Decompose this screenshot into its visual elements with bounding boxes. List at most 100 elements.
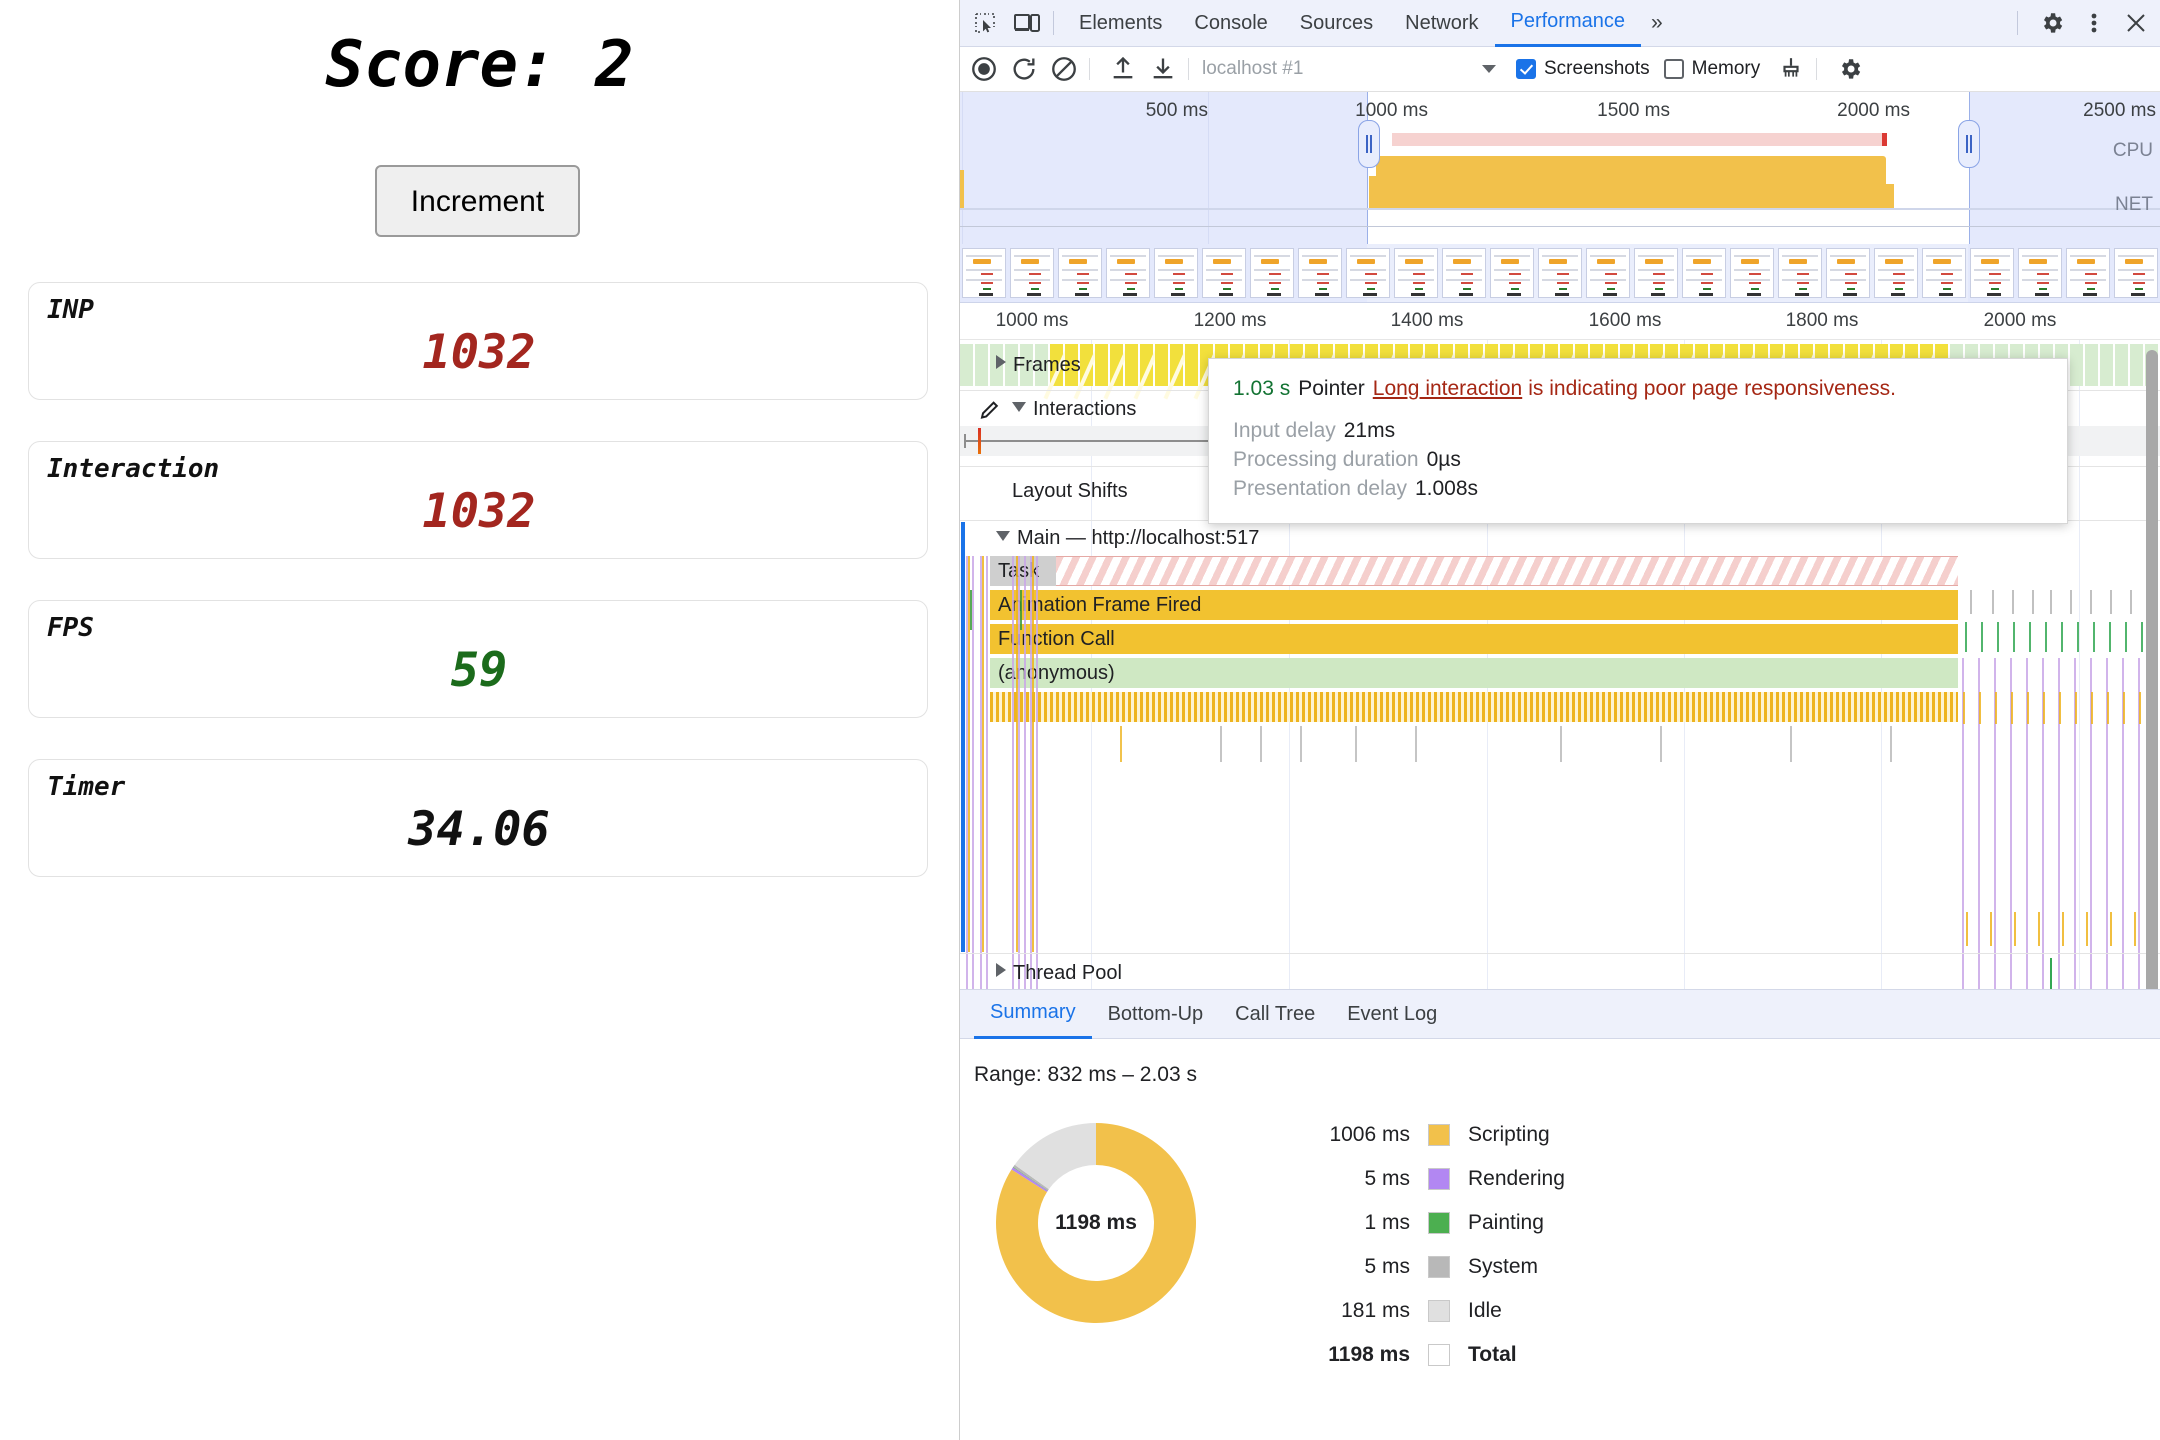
flame-micro-bar[interactable]: [2070, 590, 2072, 614]
flame-chart-scrollbar[interactable]: [2146, 350, 2158, 989]
filmstrip-thumbnail[interactable]: [1058, 248, 1102, 298]
flame-micro-bar[interactable]: [2090, 590, 2092, 614]
flame-micro-bar[interactable]: [970, 590, 972, 630]
flame-event-anonymous[interactable]: (anonymous): [990, 658, 1958, 688]
tab-performance[interactable]: Performance: [1494, 0, 1641, 47]
flame-micro-bar[interactable]: [2077, 622, 2079, 652]
tooltip-link[interactable]: Long interaction: [1373, 377, 1522, 400]
flame-micro-bar[interactable]: [2043, 692, 2045, 724]
frame-bar[interactable]: [1185, 344, 1198, 386]
track-frames-label[interactable]: Frames: [996, 354, 1081, 377]
filmstrip-thumbnail[interactable]: [1826, 248, 1870, 298]
flame-micro-bar[interactable]: [1036, 556, 1038, 989]
filmstrip-thumbnail[interactable]: [1346, 248, 1390, 298]
filmstrip-thumbnail[interactable]: [1490, 248, 1534, 298]
track-thread-pool-label[interactable]: Thread Pool: [996, 962, 1122, 985]
flame-micro-bar[interactable]: [1990, 912, 1992, 946]
reload-and-record-icon[interactable]: [1007, 53, 1040, 86]
flame-event-task-hatched[interactable]: [1056, 556, 1958, 586]
frame-bar[interactable]: [1103, 344, 1131, 400]
overview-window-left-handle[interactable]: [1358, 120, 1380, 168]
flame-micro-bar[interactable]: [2038, 912, 2040, 946]
tab-network[interactable]: Network: [1389, 1, 1494, 46]
more-tabs-icon[interactable]: »: [1641, 11, 1673, 35]
track-main-label[interactable]: Main — http://localhost:517: [996, 527, 1259, 550]
filmstrip-thumbnail[interactable]: [1010, 248, 1054, 298]
flame-micro-bar[interactable]: [2032, 590, 2034, 614]
flame-micro-bar[interactable]: [2130, 590, 2132, 614]
flame-micro-bar[interactable]: [2061, 622, 2063, 652]
flame-micro-bar[interactable]: [2014, 912, 2016, 946]
filmstrip-thumbnail[interactable]: [2018, 248, 2062, 298]
flame-micro-bar[interactable]: [2141, 622, 2143, 652]
flame-micro-bar[interactable]: [1992, 590, 1994, 614]
flame-micro-bar[interactable]: [2045, 622, 2047, 652]
filmstrip-thumbnail[interactable]: [2066, 248, 2110, 298]
flame-event-animation-frame-fired[interactable]: Animation Frame Fired: [990, 590, 1958, 620]
flame-micro-bar[interactable]: [2062, 912, 2064, 946]
filmstrip-thumbnail[interactable]: [1298, 248, 1342, 298]
frame-bar[interactable]: [960, 344, 973, 386]
flame-micro-bar[interactable]: [2125, 622, 2127, 652]
flame-micro-bar[interactable]: [1415, 726, 1417, 762]
flame-micro-bar[interactable]: [2093, 622, 2095, 652]
flame-micro-bar[interactable]: [1981, 622, 1983, 652]
flame-micro-bar[interactable]: [1560, 726, 1562, 762]
flame-micro-bar[interactable]: [2134, 912, 2136, 946]
flame-micro-bar[interactable]: [1790, 726, 1792, 762]
filmstrip-thumbnail[interactable]: [1250, 248, 1294, 298]
frame-bar[interactable]: [1133, 344, 1161, 400]
flame-event-task[interactable]: Task: [990, 556, 1056, 586]
flame-micro-bar[interactable]: [2110, 912, 2112, 946]
more-options-icon[interactable]: [2077, 6, 2111, 40]
flame-micro-bar[interactable]: [2059, 692, 2061, 724]
tab-bottom-up[interactable]: Bottom-Up: [1092, 991, 1220, 1038]
flame-micro-bar[interactable]: [1660, 726, 1662, 762]
filmstrip-thumbnail[interactable]: [1106, 248, 1150, 298]
recording-select[interactable]: localhost #1: [1202, 54, 1502, 84]
flame-micro-bar[interactable]: [1020, 590, 1022, 630]
capture-settings-gear-icon[interactable]: [1833, 53, 1866, 86]
frame-bar[interactable]: [1125, 344, 1138, 386]
increment-button[interactable]: Increment: [375, 165, 580, 237]
filmstrip-thumbnail[interactable]: [1682, 248, 1726, 298]
filmstrip-thumbnail[interactable]: [2114, 248, 2158, 298]
flame-micro-bar[interactable]: [2075, 692, 2077, 724]
timeline-overview[interactable]: 500 ms 1000 ms 1500 ms 2000 ms 2500 ms C…: [960, 92, 2160, 244]
save-profile-icon[interactable]: [1146, 53, 1179, 86]
flame-micro-bar[interactable]: [1024, 556, 1026, 989]
flame-micro-bar[interactable]: [2011, 692, 2013, 724]
flame-micro-bar[interactable]: [2109, 622, 2111, 652]
flame-micro-bar[interactable]: [982, 556, 984, 952]
flame-micro-bar[interactable]: [2091, 692, 2093, 724]
overview-window-right-handle[interactable]: [1958, 120, 1980, 168]
frame-bar[interactable]: [975, 344, 988, 386]
edit-pencil-icon[interactable]: [978, 398, 1002, 422]
tab-summary[interactable]: Summary: [974, 989, 1092, 1039]
clear-icon[interactable]: [1047, 53, 1080, 86]
filmstrip-thumbnail[interactable]: [1154, 248, 1198, 298]
screenshots-checkbox[interactable]: Screenshots: [1516, 58, 1650, 80]
filmstrip-thumbnail[interactable]: [1538, 248, 1582, 298]
legend-row[interactable]: 1 ms Painting: [1260, 1201, 1565, 1245]
frame-bar[interactable]: [2085, 344, 2098, 386]
flame-micro-bar[interactable]: [2012, 590, 2014, 614]
flame-micro-bar[interactable]: [1032, 556, 1034, 952]
frame-bar[interactable]: [2115, 344, 2128, 386]
filmstrip-thumbnail[interactable]: [1922, 248, 1966, 298]
frame-bar[interactable]: [2070, 344, 2083, 386]
filmstrip-thumbnail[interactable]: [1970, 248, 2014, 298]
flame-micro-bar[interactable]: [1970, 590, 1972, 614]
flame-micro-bar[interactable]: [2086, 912, 2088, 946]
flame-event-strip[interactable]: [990, 692, 1958, 722]
filmstrip-thumbnail[interactable]: [1202, 248, 1246, 298]
legend-row[interactable]: 5 ms Rendering: [1260, 1157, 1565, 1201]
track-interactions-label[interactable]: Interactions: [1012, 398, 1136, 421]
flame-micro-bar[interactable]: [986, 556, 988, 989]
flame-micro-bar[interactable]: [1890, 726, 1892, 762]
filmstrip-thumbnail[interactable]: [1586, 248, 1630, 298]
flame-micro-bar[interactable]: [1966, 912, 1968, 946]
legend-row[interactable]: 1006 ms Scripting: [1260, 1113, 1565, 1157]
record-icon[interactable]: [967, 53, 1000, 86]
screenshot-filmstrip[interactable]: [960, 244, 2160, 303]
